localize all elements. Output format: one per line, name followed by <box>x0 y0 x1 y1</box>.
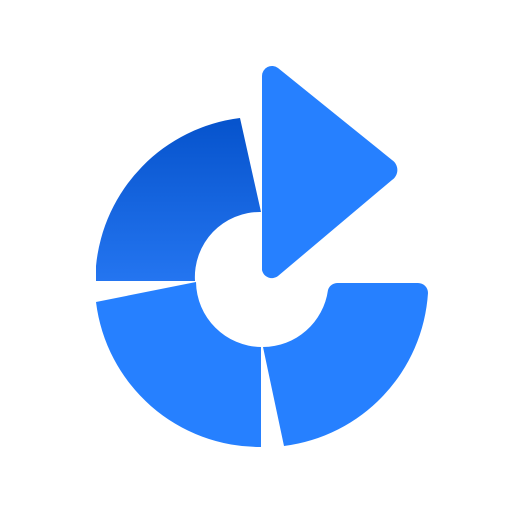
logo-arrow-head <box>262 65 398 279</box>
logo-segment-top-left <box>96 118 261 281</box>
logo-segment-bottom-left <box>96 282 261 448</box>
app-icon-canvas <box>0 0 512 512</box>
circular-arrow-logo-icon <box>96 65 428 448</box>
logo-segment-bottom-right <box>263 282 428 446</box>
